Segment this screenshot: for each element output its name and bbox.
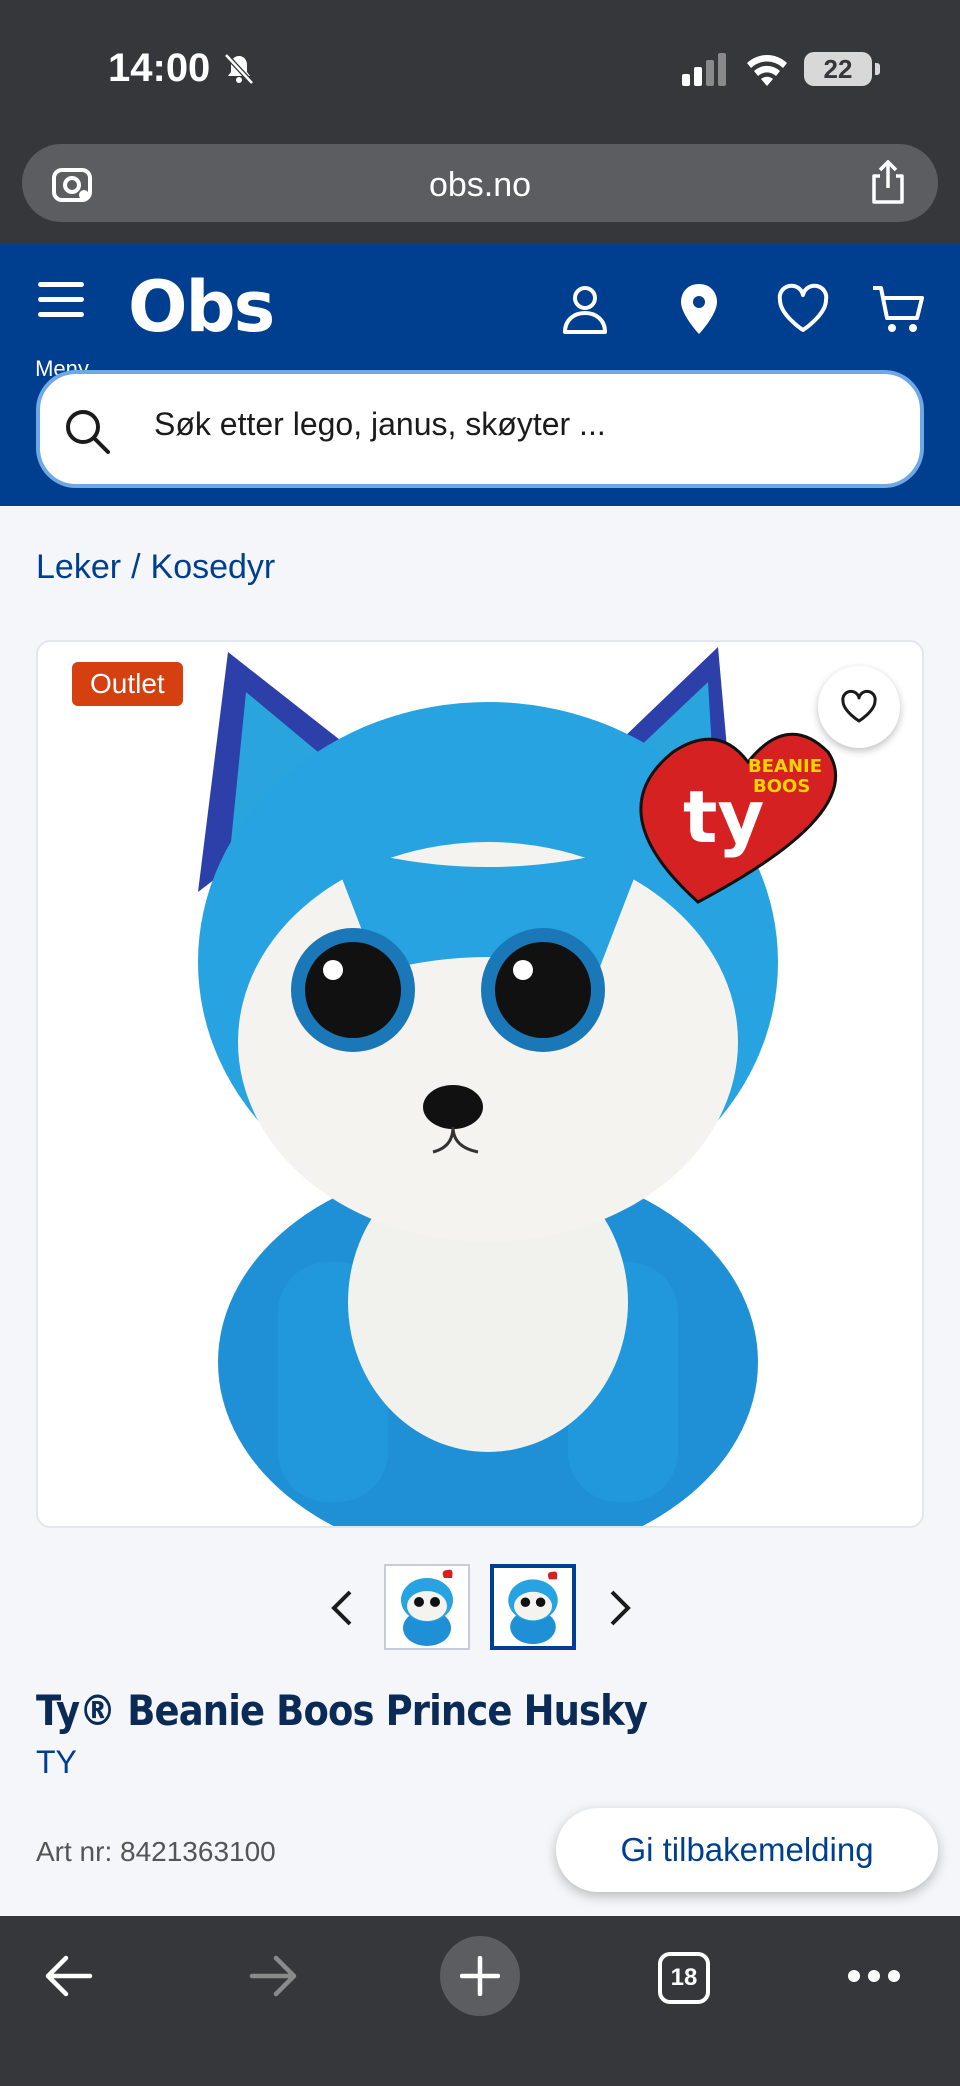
product-brand[interactable]: TY — [36, 1744, 77, 1781]
chevron-right-icon[interactable] — [600, 1586, 640, 1630]
url-text: obs.no — [428, 166, 532, 204]
breadcrumb-item-kosedyr[interactable]: Kosedyr — [151, 548, 276, 586]
breadcrumb-separator: / — [131, 548, 141, 586]
chevron-left-icon[interactable] — [322, 1586, 362, 1630]
article-number: Art nr: 8421363100 — [36, 1836, 276, 1867]
product-image-card: ty BEANIE BOOS Outlet — [36, 640, 924, 1528]
product-title: Ty® Beanie Boos Prince Husky — [36, 1686, 648, 1735]
breadcrumb: Leker / Kosedyr — [36, 548, 275, 587]
favorite-button[interactable] — [818, 666, 900, 748]
search-bar[interactable] — [36, 370, 924, 488]
forward-arrow-icon[interactable] — [246, 1950, 302, 2002]
heart-icon[interactable] — [774, 280, 832, 338]
tabs-button[interactable]: 18 — [658, 1952, 710, 2004]
plus-icon — [460, 1956, 500, 1996]
status-bar: 14:00 22 — [0, 0, 960, 140]
browser-bar: obs.no — [0, 140, 960, 244]
feedback-button[interactable]: Gi tilbakemelding — [556, 1808, 938, 1892]
more-icon[interactable] — [846, 1968, 902, 1984]
browser-toolbar: 18 — [0, 1916, 960, 2086]
outlet-badge: Outlet — [72, 662, 183, 706]
thumbnail-1[interactable] — [384, 1564, 470, 1650]
back-arrow-icon[interactable] — [40, 1950, 96, 2002]
obs-logo[interactable]: Obs — [128, 266, 275, 348]
silent-bell-icon — [224, 53, 254, 85]
cart-icon[interactable] — [870, 280, 928, 338]
status-time: 14:00 — [108, 46, 211, 90]
svg-text:BOOS: BOOS — [753, 776, 810, 797]
wifi-icon — [747, 55, 787, 86]
location-pin-icon[interactable] — [670, 280, 728, 338]
heart-icon — [841, 689, 877, 723]
user-icon[interactable] — [556, 280, 614, 338]
product-image[interactable]: ty BEANIE BOOS — [128, 642, 848, 1528]
breadcrumb-item-leker[interactable]: Leker — [36, 548, 121, 586]
hamburger-icon — [30, 278, 92, 317]
cellular-signal-icon — [682, 53, 726, 86]
share-icon[interactable] — [868, 160, 908, 206]
menu-button[interactable]: Meny — [30, 278, 92, 381]
svg-text:BEANIE: BEANIE — [748, 756, 822, 777]
new-tab-button[interactable] — [440, 1936, 520, 2016]
site-header: Meny Obs — [0, 244, 960, 506]
thumbnail-2[interactable] — [490, 1564, 576, 1650]
thumbnail-strip — [0, 1564, 960, 1652]
battery-indicator: 22 — [804, 52, 880, 86]
search-icon — [66, 410, 110, 454]
url-bar[interactable]: obs.no — [22, 144, 938, 222]
search-input[interactable] — [154, 406, 874, 443]
